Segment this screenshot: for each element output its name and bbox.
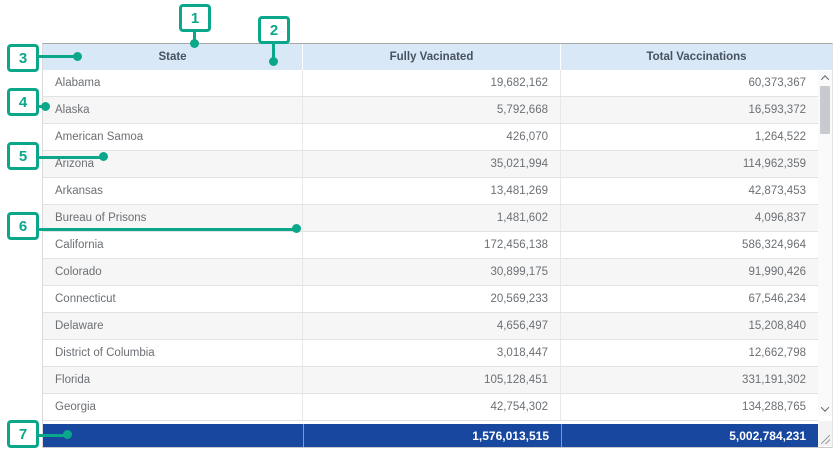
chevron-down-icon bbox=[821, 403, 829, 411]
total-vaccinations-cell: 12,662,798 bbox=[561, 340, 818, 366]
total-vaccinations-cell: 60,373,367 bbox=[561, 70, 818, 96]
table-row[interactable]: Alabama 19,682,162 60,373,367 bbox=[43, 70, 818, 97]
scrollbar-corner bbox=[818, 421, 832, 446]
vertical-scrollbar[interactable] bbox=[818, 71, 832, 416]
callout-6-connector bbox=[39, 228, 294, 231]
callout-5: 5 bbox=[7, 142, 39, 170]
scroll-up-button[interactable] bbox=[818, 71, 832, 85]
totals-state-cell bbox=[43, 424, 303, 447]
total-vaccinations-cell: 91,990,426 bbox=[561, 259, 818, 285]
callout-7-connector bbox=[39, 434, 65, 437]
callout-4: 4 bbox=[7, 88, 39, 116]
fully-vaccinated-cell: 5,792,668 bbox=[303, 97, 561, 123]
callout-5-dot bbox=[99, 152, 108, 161]
table-row[interactable]: California 172,456,138 586,324,964 bbox=[43, 232, 818, 259]
total-vaccinations-cell: 331,191,302 bbox=[561, 367, 818, 393]
total-vaccinations-cell: 67,546,234 bbox=[561, 286, 818, 312]
table-row[interactable]: Colorado 30,899,175 91,990,426 bbox=[43, 259, 818, 286]
state-cell: American Samoa bbox=[43, 124, 303, 150]
table-row[interactable]: Delaware 4,656,497 15,208,840 bbox=[43, 313, 818, 340]
state-cell: Georgia bbox=[43, 394, 303, 420]
column-header-fully-vaccinated[interactable]: Fully Vacinated bbox=[303, 44, 561, 70]
fully-vaccinated-cell: 19,682,162 bbox=[303, 70, 561, 96]
fully-vaccinated-cell: 42,754,302 bbox=[303, 394, 561, 420]
total-vaccinations-cell: 1,264,522 bbox=[561, 124, 818, 150]
state-cell: Arizona bbox=[43, 151, 303, 177]
callout-2-dot bbox=[269, 57, 278, 66]
callout-3-connector bbox=[39, 55, 75, 58]
callout-4-dot bbox=[41, 102, 50, 111]
callout-1-dot bbox=[190, 39, 199, 48]
total-vaccinations-cell: 15,208,840 bbox=[561, 313, 818, 339]
table-header-row: State Fully Vacinated Total Vaccinations bbox=[43, 44, 832, 70]
callout-1: 1 bbox=[179, 4, 211, 32]
total-vaccinations-cell: 586,324,964 bbox=[561, 232, 818, 258]
fully-vaccinated-cell: 3,018,447 bbox=[303, 340, 561, 366]
column-header-state[interactable]: State bbox=[43, 44, 303, 70]
fully-vaccinated-cell: 105,128,451 bbox=[303, 367, 561, 393]
state-cell: Delaware bbox=[43, 313, 303, 339]
column-header-total-vaccinations[interactable]: Total Vaccinations bbox=[561, 44, 832, 70]
totals-total-vaccinations-cell: 5,002,784,231 bbox=[561, 424, 818, 447]
callout-3: 3 bbox=[7, 44, 39, 72]
list-table: State Fully Vacinated Total Vaccinations… bbox=[42, 43, 833, 448]
total-vaccinations-cell: 4,096,837 bbox=[561, 205, 818, 231]
table-totals-row: 1,576,013,515 5,002,784,231 bbox=[43, 424, 818, 447]
scrollbar-thumb[interactable] bbox=[820, 86, 830, 134]
scroll-down-button[interactable] bbox=[818, 402, 832, 416]
fully-vaccinated-cell: 30,899,175 bbox=[303, 259, 561, 285]
callout-5-connector bbox=[39, 156, 101, 159]
fully-vaccinated-cell: 172,456,138 bbox=[303, 232, 561, 258]
fully-vaccinated-cell: 4,656,497 bbox=[303, 313, 561, 339]
callout-7: 7 bbox=[7, 420, 39, 448]
chevron-up-icon bbox=[821, 75, 829, 83]
table-row[interactable]: Arizona 35,021,994 114,962,359 bbox=[43, 151, 818, 178]
fully-vaccinated-cell: 20,569,233 bbox=[303, 286, 561, 312]
fully-vaccinated-cell: 35,021,994 bbox=[303, 151, 561, 177]
state-cell: District of Columbia bbox=[43, 340, 303, 366]
table-row[interactable]: Georgia 42,754,302 134,288,765 bbox=[43, 394, 818, 421]
callout-3-dot bbox=[73, 52, 82, 61]
total-vaccinations-cell: 16,593,372 bbox=[561, 97, 818, 123]
callout-2: 2 bbox=[258, 16, 290, 44]
state-cell: California bbox=[43, 232, 303, 258]
table-row[interactable]: Alaska 5,792,668 16,593,372 bbox=[43, 97, 818, 124]
table-row[interactable]: Florida 105,128,451 331,191,302 bbox=[43, 367, 818, 394]
fully-vaccinated-cell: 426,070 bbox=[303, 124, 561, 150]
state-cell: Florida bbox=[43, 367, 303, 393]
state-cell: Alabama bbox=[43, 70, 303, 96]
state-cell: Arkansas bbox=[43, 178, 303, 204]
callout-6: 6 bbox=[7, 212, 39, 240]
total-vaccinations-cell: 42,873,453 bbox=[561, 178, 818, 204]
table-row[interactable]: Arkansas 13,481,269 42,873,453 bbox=[43, 178, 818, 205]
fully-vaccinated-cell: 13,481,269 bbox=[303, 178, 561, 204]
fully-vaccinated-cell: 1,481,602 bbox=[303, 205, 561, 231]
total-vaccinations-cell: 114,962,359 bbox=[561, 151, 818, 177]
table-row[interactable]: Connecticut 20,569,233 67,546,234 bbox=[43, 286, 818, 313]
table-body: Alabama 19,682,162 60,373,367 Alaska 5,7… bbox=[43, 70, 818, 421]
resize-grip-icon[interactable] bbox=[821, 435, 830, 444]
state-cell: Alaska bbox=[43, 97, 303, 123]
state-cell: Colorado bbox=[43, 259, 303, 285]
callout-7-dot bbox=[63, 430, 72, 439]
callout-6-dot bbox=[292, 224, 301, 233]
state-cell: Connecticut bbox=[43, 286, 303, 312]
table-row[interactable]: District of Columbia 3,018,447 12,662,79… bbox=[43, 340, 818, 367]
table-row[interactable]: American Samoa 426,070 1,264,522 bbox=[43, 124, 818, 151]
data-table-screenshot: State Fully Vacinated Total Vaccinations… bbox=[0, 0, 833, 453]
totals-fully-vaccinated-cell: 1,576,013,515 bbox=[303, 424, 561, 447]
total-vaccinations-cell: 134,288,765 bbox=[561, 394, 818, 420]
